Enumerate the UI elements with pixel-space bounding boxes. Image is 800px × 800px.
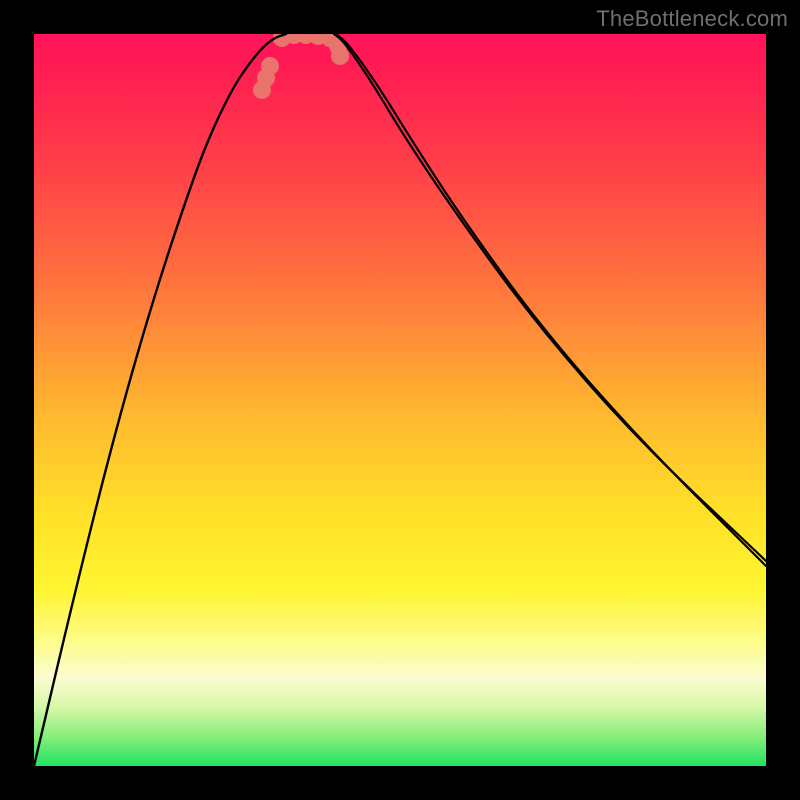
plot-area	[34, 34, 766, 766]
plot-svg	[34, 34, 766, 766]
cluster-dot	[261, 57, 279, 75]
watermark-text: TheBottleneck.com	[596, 6, 788, 32]
right-curve-1	[334, 34, 766, 561]
cluster-dot	[331, 47, 349, 65]
right-curve-2	[336, 34, 766, 566]
left-curve	[34, 34, 286, 766]
chart-frame: TheBottleneck.com	[0, 0, 800, 800]
